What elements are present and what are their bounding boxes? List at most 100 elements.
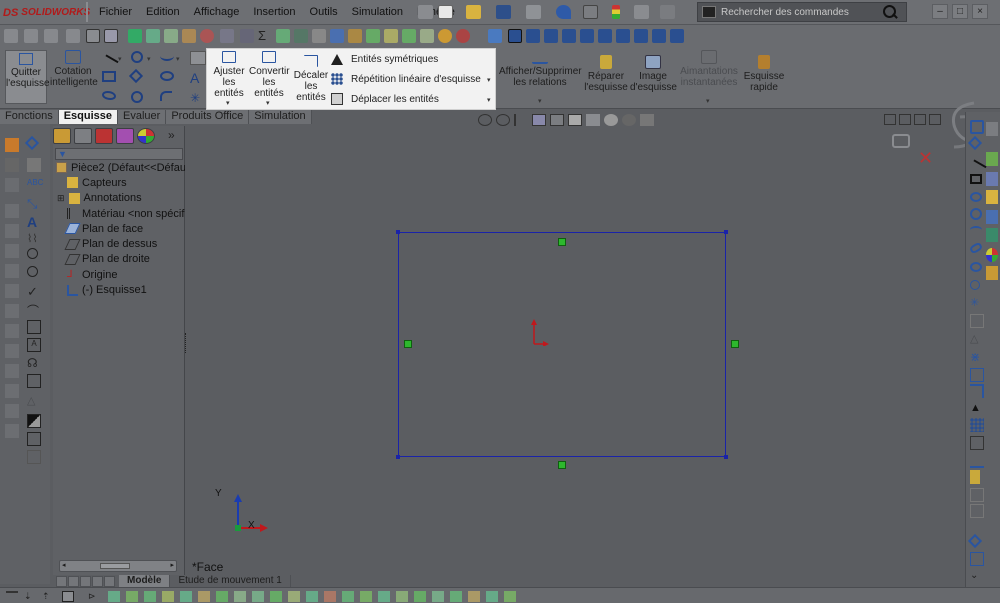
- left-tool-icon-8[interactable]: ⌇⌇: [27, 232, 41, 246]
- zoom-area-icon[interactable]: [496, 114, 510, 126]
- polygon-icon[interactable]: [128, 68, 144, 84]
- tree-item-sensors[interactable]: Capteurs: [53, 175, 185, 190]
- left-tool-icon-6[interactable]: ABC: [27, 178, 43, 192]
- view-cube-icon-6[interactable]: [598, 29, 612, 43]
- vertical-relation-marker[interactable]: [731, 340, 739, 348]
- print-icon[interactable]: [526, 5, 541, 19]
- tree-item-sketch[interactable]: (-) Esquisse1: [53, 282, 185, 297]
- left-tool-icon-5[interactable]: [5, 178, 19, 192]
- cancel-sketch-icon[interactable]: ✕: [918, 148, 933, 169]
- menu-simulation[interactable]: Simulation: [345, 0, 410, 25]
- left-tool-icon-12[interactable]: [27, 320, 41, 334]
- view-cube-icon-5[interactable]: [580, 29, 594, 43]
- right-spline-icon[interactable]: [968, 241, 984, 255]
- right-snaps-icon[interactable]: [970, 488, 984, 502]
- point-star-icon[interactable]: ✳: [190, 91, 206, 105]
- status-icon-13[interactable]: [252, 591, 264, 602]
- status-icon-22[interactable]: [414, 591, 426, 602]
- repair-sketch-button[interactable]: Réparer l'esquisse: [582, 55, 630, 93]
- sketch-tool-icon[interactable]: [190, 51, 206, 65]
- status-icon-26[interactable]: [486, 591, 498, 602]
- left-tool-icon-13[interactable]: A: [27, 338, 41, 352]
- sketch-rectangle[interactable]: [398, 232, 726, 457]
- right-sketch-icon[interactable]: [970, 120, 984, 134]
- view-cube-icon-3[interactable]: [544, 29, 558, 43]
- left-tool-icon-21[interactable]: [5, 224, 19, 238]
- view-cube-icon-10[interactable]: [670, 29, 684, 43]
- left-tool-icon-11[interactable]: ⌒: [27, 302, 41, 318]
- right-plane-icon[interactable]: [970, 314, 984, 328]
- task-pane-tab-3-icon[interactable]: [986, 172, 998, 186]
- feature-icon-10[interactable]: [312, 29, 326, 43]
- status-icon-14[interactable]: [270, 591, 282, 602]
- horizontal-relation-marker[interactable]: [558, 238, 566, 246]
- status-icon-23[interactable]: [432, 591, 444, 602]
- right-offset-icon[interactable]: [970, 384, 984, 398]
- right-pattern-icon[interactable]: [970, 418, 984, 432]
- left-tool-icon-30[interactable]: [5, 404, 19, 418]
- display-relations-button[interactable]: Afficher/Supprimer les relations: [499, 50, 582, 88]
- slot-icon[interactable]: [102, 91, 116, 100]
- toolbar-icon-4[interactable]: [66, 29, 80, 43]
- task-pane-tab-2-icon[interactable]: [986, 152, 998, 166]
- feature-icon-9[interactable]: [294, 29, 308, 43]
- horizontal-relation-marker[interactable]: [558, 461, 566, 469]
- status-icon-2[interactable]: ⇣: [24, 591, 36, 602]
- tab-fonctions[interactable]: Fonctions: [0, 110, 59, 124]
- status-icon-24[interactable]: [450, 591, 462, 602]
- view-cube-icon-7[interactable]: [616, 29, 630, 43]
- sketch-vertex[interactable]: [724, 455, 728, 459]
- right-picture-icon[interactable]: [970, 504, 984, 518]
- move-entities-button[interactable]: Déplacer les entités: [331, 91, 439, 107]
- close-window-button[interactable]: ×: [972, 4, 988, 19]
- toolbar-icon-3[interactable]: [44, 29, 58, 43]
- status-icon-7[interactable]: [144, 591, 156, 602]
- menu-affichage[interactable]: Affichage: [187, 0, 247, 25]
- status-icon-25[interactable]: [468, 591, 480, 602]
- feature-icon-12[interactable]: [348, 29, 362, 43]
- offset-entities-button[interactable]: Décaler les entités: [293, 55, 329, 103]
- task-pane-tab-6-icon[interactable]: [986, 228, 998, 242]
- fillet-icon[interactable]: [160, 91, 172, 101]
- feature-icon-6[interactable]: [220, 29, 234, 43]
- scroll-left-icon[interactable]: ◂: [62, 561, 66, 569]
- feature-icon-18[interactable]: [456, 29, 470, 43]
- right-relations-icon[interactable]: [970, 454, 984, 468]
- section-view-icon[interactable]: [532, 114, 546, 126]
- view-settings-icon[interactable]: [640, 114, 654, 126]
- feature-tree-tab-icon[interactable]: [53, 128, 71, 144]
- graphics-area[interactable]: ✕ Y X *Face: [190, 130, 965, 575]
- feature-icon-5[interactable]: [200, 29, 214, 43]
- right-rectangle-icon[interactable]: [970, 174, 982, 184]
- status-icon-10[interactable]: [198, 591, 210, 602]
- tab-nav-next-icon[interactable]: [80, 575, 91, 587]
- task-pane-appearance-icon[interactable]: [986, 248, 998, 262]
- open-folder-icon[interactable]: [466, 5, 481, 19]
- right-arc-icon[interactable]: [970, 226, 982, 234]
- left-tool-icon-25[interactable]: [5, 304, 19, 318]
- linear-pattern-button[interactable]: Répétition linéaire d'esquisse: [331, 71, 481, 87]
- status-icon-19[interactable]: [360, 591, 372, 602]
- trim-entities-button[interactable]: Ajuster les entités: [211, 51, 247, 99]
- status-icon-8[interactable]: [162, 591, 174, 602]
- viewport-close-icon[interactable]: [929, 114, 941, 125]
- feature-icon-16[interactable]: [420, 29, 434, 43]
- sketch-picture-button[interactable]: Image d'esquisse: [630, 55, 677, 93]
- right-mirror-icon[interactable]: ▲: [970, 402, 984, 416]
- file-properties-icon[interactable]: [634, 5, 649, 19]
- dimxpert-tab-icon[interactable]: [116, 128, 134, 144]
- view-cube-icon-4[interactable]: [562, 29, 576, 43]
- spline-icon[interactable]: [160, 51, 174, 61]
- convert-dropdown-icon[interactable]: ▾: [266, 99, 270, 107]
- spline-dropdown-icon[interactable]: ▾: [176, 55, 180, 63]
- left-tool-icon-4[interactable]: [27, 158, 41, 172]
- status-icon-16[interactable]: [306, 591, 318, 602]
- tree-filter-field[interactable]: ▼: [55, 148, 183, 160]
- property-manager-tab-icon[interactable]: [74, 128, 92, 144]
- status-icon-15[interactable]: [288, 591, 300, 602]
- tab-nav-prev-icon[interactable]: [68, 575, 79, 587]
- zoom-to-fit-icon[interactable]: [478, 114, 492, 126]
- tab-simulation[interactable]: Simulation: [249, 110, 312, 124]
- left-tool-icon-19[interactable]: [27, 450, 41, 464]
- right-triangle-icon[interactable]: △: [970, 332, 984, 346]
